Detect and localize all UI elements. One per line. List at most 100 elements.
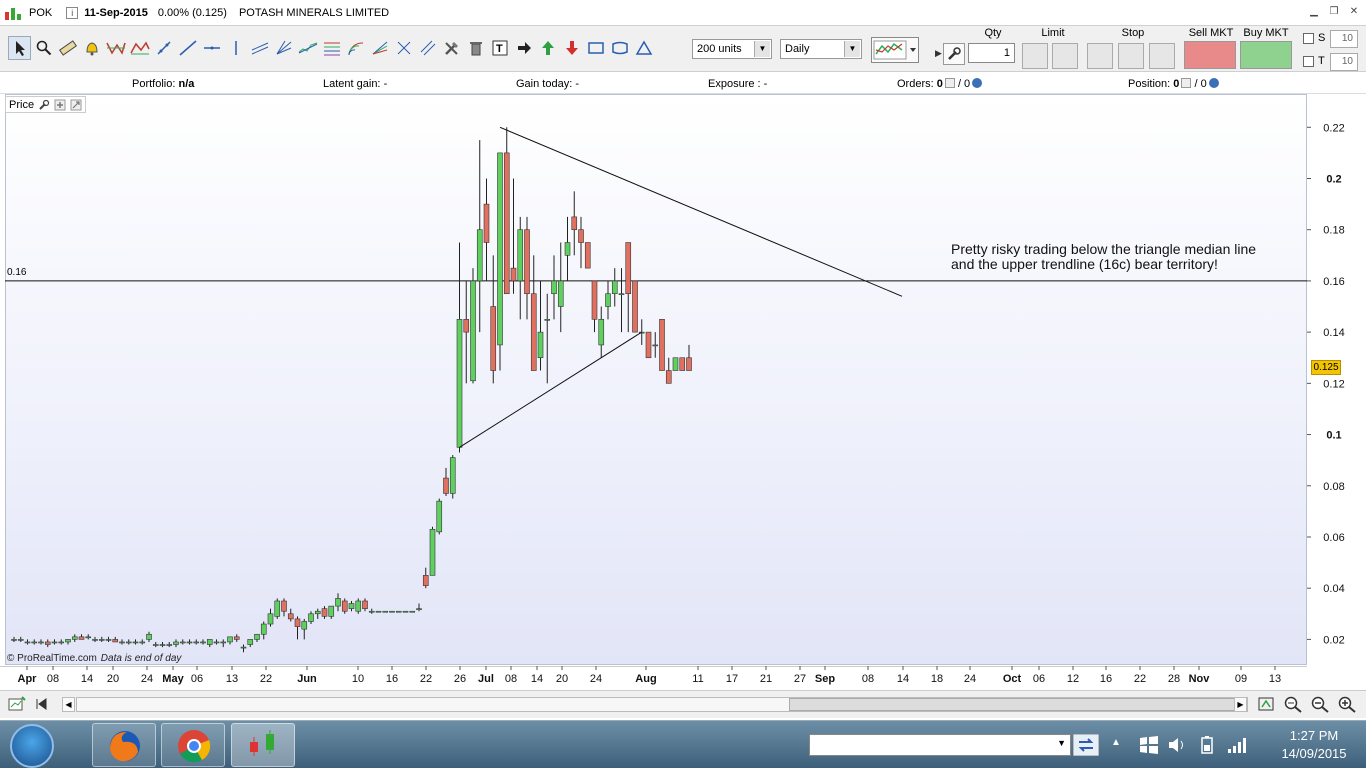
autoscale-icon[interactable] bbox=[1257, 696, 1275, 712]
current-price-marker: 0.125 bbox=[1311, 360, 1341, 375]
candle-body bbox=[44, 641, 51, 645]
candle-body bbox=[267, 613, 274, 625]
add-indicator-icon[interactable] bbox=[54, 99, 66, 111]
candle-body bbox=[517, 229, 524, 282]
candle-body bbox=[139, 641, 146, 644]
candle-body bbox=[220, 641, 227, 644]
candle-body bbox=[200, 641, 206, 644]
x-tick-label: Oct bbox=[1003, 673, 1022, 685]
windows-start-icon[interactable] bbox=[10, 724, 54, 768]
candle-body bbox=[247, 639, 254, 645]
tray-expand-icon[interactable]: ▲ bbox=[1111, 737, 1121, 748]
address-toolbar-input[interactable]: ▼ bbox=[809, 734, 1071, 756]
candle-body bbox=[429, 528, 436, 576]
candle-body bbox=[584, 242, 591, 269]
add-chart-icon[interactable] bbox=[8, 696, 26, 712]
candle-body bbox=[652, 344, 659, 347]
x-tick-label: Jun bbox=[297, 673, 317, 685]
lower-trendline bbox=[459, 331, 643, 448]
candle-body bbox=[686, 357, 692, 371]
x-tick-label: 13 bbox=[1269, 673, 1281, 685]
taskbar-clock[interactable]: 1:27 PM 14/09/2015 bbox=[1270, 727, 1358, 763]
x-tick-label: 08 bbox=[862, 673, 874, 685]
network-signal-icon[interactable] bbox=[1226, 735, 1248, 755]
scroll-left-icon[interactable]: ◀ bbox=[62, 697, 75, 712]
candle-body bbox=[564, 242, 571, 256]
scroll-thumb[interactable] bbox=[789, 698, 1237, 711]
candle-body bbox=[71, 636, 78, 640]
zoom-in-icon[interactable] bbox=[1337, 695, 1357, 713]
x-tick-label: 09 bbox=[1235, 673, 1247, 685]
candle-body bbox=[58, 641, 65, 644]
candle-body bbox=[308, 613, 314, 622]
candle-body bbox=[375, 610, 382, 613]
candle-body bbox=[11, 639, 17, 641]
candle-body bbox=[260, 623, 267, 635]
candle-body bbox=[125, 641, 132, 644]
candle-body bbox=[152, 644, 159, 646]
copyright-note: © ProRealTime.com Data is end of day bbox=[7, 653, 181, 664]
candle-body bbox=[51, 641, 58, 644]
candle-body bbox=[341, 600, 348, 612]
x-tick-label: 14 bbox=[531, 673, 543, 685]
candle-body bbox=[382, 610, 389, 613]
x-tick-label: 20 bbox=[107, 673, 119, 685]
expand-panel-icon[interactable] bbox=[70, 99, 82, 111]
candle-body bbox=[159, 644, 166, 646]
zoom-out-icon[interactable] bbox=[1310, 695, 1330, 713]
x-tick-label: 22 bbox=[260, 673, 272, 685]
x-tick-label: 22 bbox=[1134, 673, 1146, 685]
x-tick-label: 17 bbox=[726, 673, 738, 685]
candle-body bbox=[591, 280, 598, 320]
candle-body bbox=[65, 639, 71, 643]
chevron-down-icon[interactable]: ▼ bbox=[1057, 738, 1066, 748]
candle-body bbox=[557, 280, 564, 307]
x-tick-label: Apr bbox=[18, 673, 38, 685]
x-tick-label: 08 bbox=[47, 673, 59, 685]
scroll-start-icon[interactable] bbox=[34, 696, 48, 712]
candle-body bbox=[314, 610, 321, 615]
chart-annotation[interactable]: Pretty risky trading below the triangle … bbox=[951, 242, 1291, 272]
windows-taskbar: ▼ ▲ 1:27 PM 14/09/2015 bbox=[0, 720, 1366, 768]
candle-body bbox=[321, 608, 328, 617]
x-tick-label: 13 bbox=[226, 673, 238, 685]
candle-body bbox=[483, 203, 490, 243]
candle-body bbox=[625, 242, 632, 295]
prorealtime-taskbar-button[interactable] bbox=[231, 723, 295, 767]
volume-icon[interactable] bbox=[1166, 735, 1188, 755]
candle-body bbox=[38, 641, 44, 644]
zoom-fit-icon[interactable] bbox=[1283, 695, 1303, 713]
candlestick-chart[interactable]: 0.22 0.2 0.18 0.16 0.14 0.12 0.1 0.08 0.06 0.04 0.… bbox=[0, 0, 1366, 690]
candle-body bbox=[402, 610, 409, 613]
candle-body bbox=[294, 618, 301, 627]
candle-body bbox=[112, 639, 119, 643]
x-tick-label: 18 bbox=[931, 673, 943, 685]
y-tick-label: 0.06 bbox=[1323, 532, 1344, 544]
clock-date: 14/09/2015 bbox=[1281, 746, 1347, 761]
candle-body bbox=[105, 639, 112, 641]
firefox-taskbar-button[interactable] bbox=[92, 723, 156, 767]
x-tick-label: 20 bbox=[556, 673, 568, 685]
chrome-taskbar-button[interactable] bbox=[161, 723, 225, 767]
x-tick-label: 26 bbox=[454, 673, 466, 685]
candle-body bbox=[524, 229, 530, 295]
candle-body bbox=[551, 280, 557, 295]
hline-price-label: 0.16 bbox=[7, 267, 27, 278]
candle-body bbox=[31, 641, 38, 644]
candle-body bbox=[186, 641, 193, 644]
candle-body bbox=[98, 639, 105, 641]
x-tick-label: 28 bbox=[1168, 673, 1180, 685]
battery-icon[interactable] bbox=[1198, 735, 1216, 755]
candle-body bbox=[497, 152, 503, 346]
go-arrows-icon[interactable] bbox=[1073, 734, 1099, 756]
candle-body bbox=[119, 641, 125, 644]
scroll-track[interactable] bbox=[76, 697, 1248, 712]
candle-body bbox=[416, 608, 422, 610]
candle-body bbox=[85, 636, 92, 639]
scroll-right-icon[interactable]: ▶ bbox=[1234, 697, 1247, 712]
candle-body bbox=[659, 319, 665, 371]
candle-body bbox=[618, 293, 625, 296]
wrench-icon[interactable] bbox=[38, 99, 50, 111]
candle-body bbox=[274, 600, 281, 617]
action-center-flag-icon[interactable] bbox=[1138, 735, 1160, 755]
